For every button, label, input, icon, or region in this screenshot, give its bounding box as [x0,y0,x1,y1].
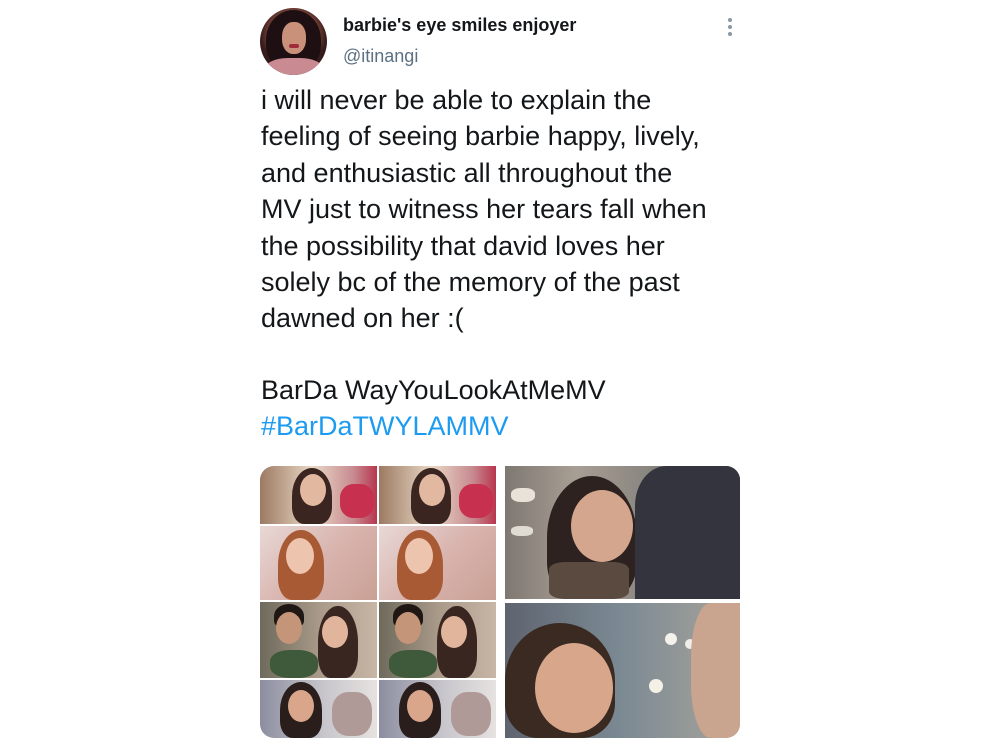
tweet-text-line: and enthusiastic all throughout the [261,157,673,188]
media-image-collage[interactable] [260,466,496,738]
tweet-text-line: i will never be able to explain the [261,85,652,115]
tweet-text-line: dawned on her :( [261,303,464,334]
tweet-text-line: feeling of seeing barbie happy, lively, [261,121,700,152]
collage-still [379,602,496,678]
media-grid [260,466,740,738]
avatar-face [282,22,306,54]
collage-still [260,602,377,678]
collage-still [379,466,496,524]
tweet-text-line: solely bc of the memory of the past [261,267,680,298]
still-bottom [505,603,740,738]
collage-still [379,680,496,738]
avatar[interactable] [260,8,327,75]
tweet: barbie's eye smiles enjoyer @itinangi i … [0,0,1000,750]
avatar-shirt [264,58,324,75]
tweet-text: i will never be able to explain the feel… [261,82,741,337]
user-handle[interactable]: @itinangi [343,46,418,67]
tweet-text-line: MV just to witness her tears fall when [261,194,707,225]
display-name[interactable]: barbie's eye smiles enjoyer [343,15,576,36]
tweet-caption: BarDa WayYouLookAtMeMV [261,375,606,405]
media-image-stills[interactable] [505,466,740,738]
still-top [505,466,740,599]
more-vertical-icon[interactable] [722,16,738,38]
collage-still [379,526,496,600]
avatar-lips [289,44,299,48]
collage-still [260,526,377,600]
tweet-text-line: the possibility that david loves her [261,230,665,261]
hashtag-link[interactable]: #BarDaTWYLAMMV [261,408,509,444]
collage-still [260,680,377,738]
collage-still [260,466,377,524]
